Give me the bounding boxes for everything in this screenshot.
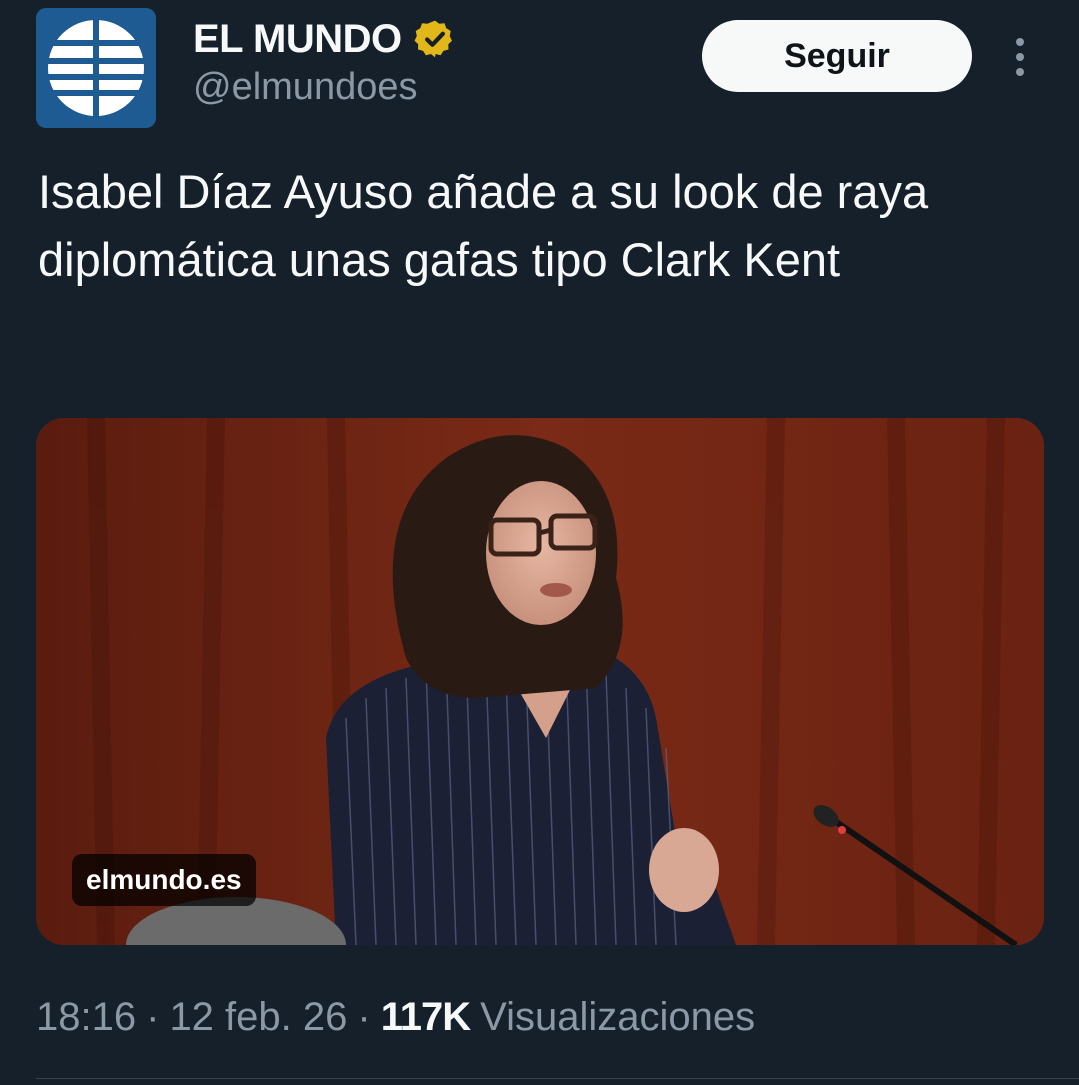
author-display-name[interactable]: EL MUNDO [193, 17, 402, 62]
author-handle[interactable]: @elmundoes [193, 66, 417, 109]
views-count: 117K [380, 994, 471, 1039]
views-label: Visualizaciones [480, 994, 756, 1039]
tweet-time[interactable]: 18:16 [36, 995, 136, 1040]
more-vertical-icon [1016, 38, 1024, 46]
verified-badge-icon [414, 20, 452, 58]
tweet-text: Isabel Díaz Ayuso añade a su look de ray… [38, 165, 929, 286]
follow-button[interactable]: Seguir [702, 20, 972, 92]
source-domain-badge: elmundo.es [72, 854, 256, 906]
divider [36, 1078, 1079, 1079]
meta-separator: · [357, 994, 371, 1039]
tweet-date[interactable]: 12 feb. 26 [169, 995, 347, 1040]
more-options-button[interactable] [1000, 32, 1040, 82]
el-mundo-logo-icon [44, 16, 148, 120]
author-name-row: EL MUNDO [193, 14, 456, 64]
tweet-media-card[interactable]: elmundo.es [36, 418, 1044, 945]
meta-separator: · [146, 994, 160, 1039]
author-avatar[interactable] [36, 8, 156, 128]
tweet-meta: 18:16 · 12 feb. 26 · 117K Visualizacione… [36, 990, 755, 1044]
